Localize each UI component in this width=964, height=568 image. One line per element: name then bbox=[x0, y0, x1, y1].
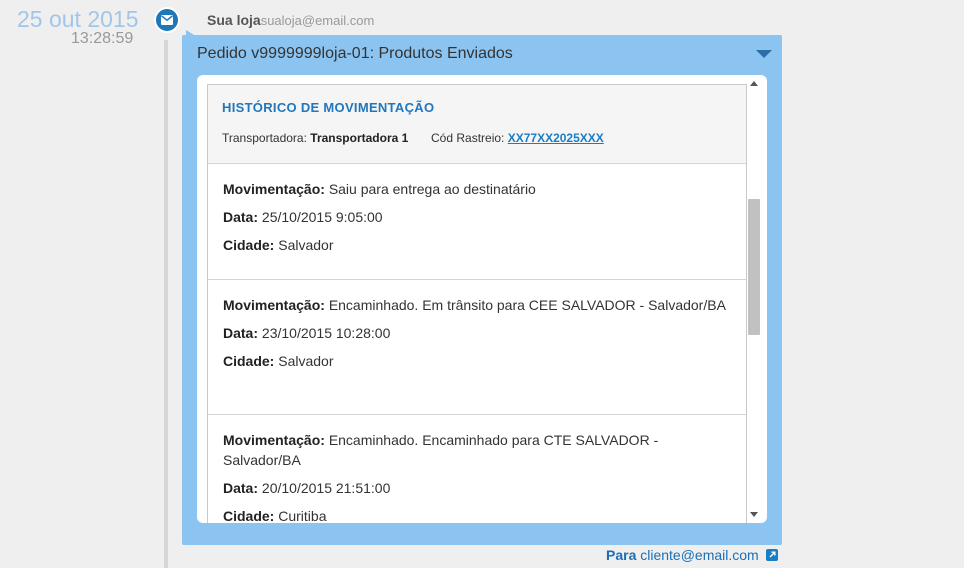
movement-value: Encaminhado. Em trânsito para CEE SALVAD… bbox=[328, 297, 726, 313]
history-title: HISTÓRICO DE MOVIMENTAÇÃO bbox=[222, 100, 435, 115]
recipient: Para cliente@email.com bbox=[606, 547, 778, 563]
movement-label: Movimentação: bbox=[223, 432, 325, 448]
movement-value: Saiu para entrega ao destinatário bbox=[328, 181, 536, 197]
city-value: Curitiba bbox=[278, 508, 327, 523]
envelope-icon bbox=[154, 7, 180, 33]
recipient-email[interactable]: cliente@email.com bbox=[640, 547, 758, 563]
scroll-up-arrow-icon[interactable] bbox=[750, 81, 758, 86]
external-link-icon[interactable] bbox=[765, 549, 778, 561]
caret-down-icon[interactable] bbox=[756, 50, 772, 58]
date-value: 25/10/2015 9:05:00 bbox=[261, 209, 383, 225]
message-body: HISTÓRICO DE MOVIMENTAÇÃO Transportadora… bbox=[197, 75, 767, 523]
city-label: Cidade: bbox=[223, 237, 275, 253]
history-entry: Movimentação: Encaminhado. Encaminhado p… bbox=[208, 415, 746, 523]
recipient-label: Para bbox=[606, 547, 637, 563]
tracking-info: Transportadora: Transportadora 1 Cód Ras… bbox=[222, 131, 731, 145]
city-label: Cidade: bbox=[223, 353, 275, 369]
sender-email: sualoja@email.com bbox=[260, 13, 375, 28]
history-header: HISTÓRICO DE MOVIMENTAÇÃO Transportadora… bbox=[208, 85, 746, 164]
scrollbar-thumb[interactable] bbox=[748, 199, 760, 335]
date-label: Data: bbox=[223, 209, 259, 225]
city-value: Salvador bbox=[278, 237, 334, 253]
scroll-down-arrow-icon[interactable] bbox=[750, 512, 758, 517]
message-date: 25 out 2015 bbox=[17, 6, 139, 32]
sender: Sua lojasualoja@email.com bbox=[207, 12, 374, 28]
movement-label: Movimentação: bbox=[223, 181, 325, 197]
carrier-label: Transportadora: bbox=[222, 131, 307, 145]
message-time: 13:28:59 bbox=[71, 30, 134, 47]
sender-name: Sua loja bbox=[207, 12, 261, 28]
history-card: HISTÓRICO DE MOVIMENTAÇÃO Transportadora… bbox=[207, 84, 747, 523]
message-box: Pedido v9999999loja-01: Produtos Enviado… bbox=[182, 35, 782, 545]
date-value: 20/10/2015 21:51:00 bbox=[261, 480, 391, 496]
date-value: 23/10/2015 10:28:00 bbox=[261, 325, 391, 341]
tracking-label: Cód Rastreio: bbox=[431, 131, 505, 145]
carrier-value: Transportadora 1 bbox=[310, 131, 409, 145]
scrollbar[interactable] bbox=[747, 75, 761, 523]
history-entry: Movimentação: Saiu para entrega ao desti… bbox=[208, 164, 746, 280]
date-label: Data: bbox=[223, 325, 259, 341]
city-value: Salvador bbox=[278, 353, 334, 369]
message-subject[interactable]: Pedido v9999999loja-01: Produtos Enviado… bbox=[197, 45, 513, 63]
history-entry: Movimentação: Encaminhado. Em trânsito p… bbox=[208, 280, 746, 415]
timeline-line bbox=[164, 40, 168, 568]
tracking-code-link[interactable]: XX77XX2025XXX bbox=[508, 131, 604, 145]
movement-label: Movimentação: bbox=[223, 297, 325, 313]
city-label: Cidade: bbox=[223, 508, 275, 523]
history-scroll-area[interactable]: HISTÓRICO DE MOVIMENTAÇÃO Transportadora… bbox=[207, 84, 747, 523]
date-label: Data: bbox=[223, 480, 259, 496]
